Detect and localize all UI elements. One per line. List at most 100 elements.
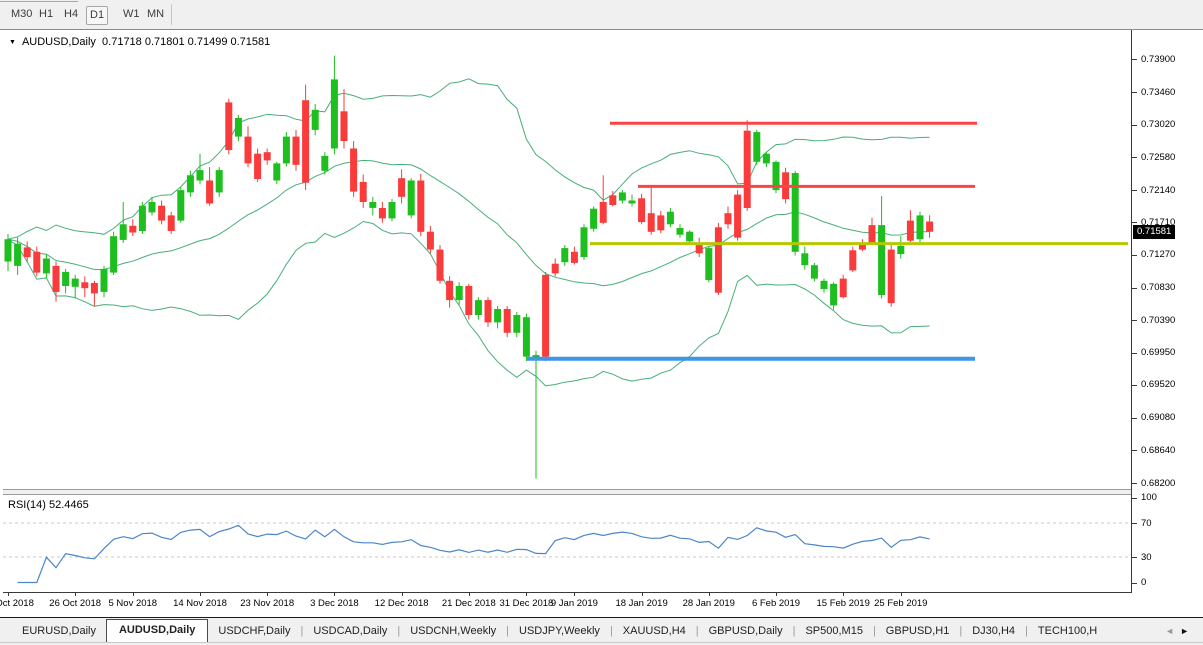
timeframe-button-m30[interactable]: M30 [8, 6, 35, 23]
time-axis-label: 21 Dec 2018 [442, 598, 496, 609]
candle-body [696, 245, 703, 253]
candle-body [5, 239, 12, 261]
price-axis-tick [1132, 255, 1137, 256]
time-axis-tick [642, 593, 643, 596]
candle-body [72, 279, 79, 287]
chart-tab-sp500-m15[interactable]: SP500,M15 [795, 621, 872, 642]
candle-body [197, 170, 204, 180]
candle-body [369, 202, 376, 208]
candle-body [523, 317, 530, 356]
candle-body [571, 252, 578, 263]
candle-body [504, 309, 511, 333]
timeframe-button-d1[interactable]: D1 [86, 6, 108, 25]
price-axis-tick [1132, 125, 1137, 126]
candle-body [225, 102, 232, 150]
chart-collapse-icon[interactable]: ▼ [9, 39, 16, 46]
chart-tab-xauusd-h4[interactable]: XAUUSD,H4 [613, 621, 696, 642]
price-axis-tick [1132, 157, 1137, 158]
candle-body [264, 152, 271, 160]
price-chart-canvas[interactable] [3, 30, 1131, 489]
candle-body [705, 248, 712, 280]
timeframe-button-h4[interactable]: H4 [61, 6, 81, 23]
price-axis-tick [1132, 59, 1137, 60]
chart-tab-tech100-h[interactable]: TECH100,H [1028, 621, 1107, 642]
rsi-indicator-canvas[interactable] [3, 495, 1131, 592]
candle-body [753, 132, 760, 162]
candle-body [302, 100, 309, 183]
candle-body [542, 275, 549, 357]
candle-body [609, 195, 616, 205]
price-axis-label: 0.69080 [1141, 412, 1175, 423]
candle-body [811, 265, 818, 278]
timeframe-button-mn[interactable]: MN [144, 6, 167, 23]
price-axis-label: 0.69950 [1141, 347, 1175, 358]
price-axis-label: 0.70830 [1141, 282, 1175, 293]
bollinger-middle-band [8, 160, 930, 285]
time-axis-label: 12 Dec 2018 [375, 598, 429, 609]
candle-body [235, 118, 242, 137]
candle-body [206, 181, 213, 204]
price-axis[interactable]: 0.71581 0.739000.734600.730200.725800.72… [1132, 30, 1203, 592]
tab-scroll-right-icon[interactable]: ► [1180, 626, 1195, 636]
timeframe-button-w1[interactable]: W1 [120, 6, 143, 23]
candle-body [648, 213, 655, 232]
candle-body [312, 110, 319, 130]
candle-body [485, 300, 492, 322]
candle-body [677, 228, 684, 235]
chart-tab-dj30-h4[interactable]: DJ30,H4 [962, 621, 1025, 642]
chart-symbol-label: AUDUSD,Daily [22, 36, 96, 48]
candle-body [465, 286, 472, 315]
candle-body [629, 201, 636, 204]
time-axis-tick [200, 593, 201, 596]
price-axis-label: 0.72580 [1141, 152, 1175, 163]
chart-tab-audusd-daily[interactable]: AUDUSD,Daily [106, 619, 208, 642]
price-axis-label: 0.69520 [1141, 379, 1175, 390]
timeframe-button-h1[interactable]: H1 [36, 6, 56, 23]
tab-scroll-left-icon[interactable]: ◄ [1165, 626, 1180, 636]
chart-tab-eurusd-daily[interactable]: EURUSD,Daily [12, 621, 106, 642]
candle-body [686, 232, 693, 242]
mt4-window: M30H1H4D1W1MN ▼AUDUSD,Daily 0.71718 0.71… [0, 0, 1203, 645]
candle-body [456, 286, 463, 300]
bollinger-upper-band [8, 79, 930, 239]
candle-body [149, 202, 156, 212]
price-axis-label: 0.72140 [1141, 185, 1175, 196]
time-axis-tick [843, 593, 844, 596]
candle-body [139, 206, 146, 231]
candle-body [494, 309, 501, 322]
time-axis-label: 28 Jan 2019 [683, 598, 735, 609]
candle-body [398, 178, 405, 197]
time-axis-tick [334, 593, 335, 596]
chart-tab-usdjpy-weekly[interactable]: USDJPY,Weekly [509, 621, 610, 642]
price-axis-label: 0.73020 [1141, 119, 1175, 130]
candle-body [62, 272, 69, 286]
time-axis[interactable]: 17 Oct 201826 Oct 20185 Nov 201814 Nov 2… [3, 593, 1132, 618]
chart-tab-usdchf-daily[interactable]: USDCHF,Daily [208, 621, 300, 642]
price-axis-tick [1132, 418, 1137, 419]
candle-body [667, 212, 674, 225]
candle-body [513, 315, 520, 333]
rsi-axis-tick [1132, 523, 1137, 524]
candle-body [81, 282, 88, 288]
chart-tab-gbpusd-daily[interactable]: GBPUSD,Daily [699, 621, 793, 642]
time-axis-tick [574, 593, 575, 596]
time-axis-label: 14 Nov 2018 [173, 598, 227, 609]
candle-body [293, 137, 300, 165]
candle-body [341, 111, 348, 141]
candle-body [446, 281, 453, 300]
toolbar-separator [171, 4, 172, 25]
candle-body [33, 252, 40, 273]
time-axis-label: 6 Feb 2019 [752, 598, 800, 609]
candle-body [321, 156, 328, 171]
candle-body [552, 264, 559, 274]
chart-tab-usdcnh-weekly[interactable]: USDCNH,Weekly [400, 621, 506, 642]
chart-tab-gbpusd-h1[interactable]: GBPUSD,H1 [876, 621, 960, 642]
candle-body [216, 170, 223, 192]
chart-tab-usdcad-daily[interactable]: USDCAD,Daily [303, 621, 397, 642]
candle-body [283, 137, 290, 164]
candle-body [187, 175, 194, 192]
time-axis-tick [8, 593, 9, 596]
price-axis-tick [1132, 92, 1137, 93]
time-axis-tick [133, 593, 134, 596]
rsi-axis-tick [1132, 583, 1137, 584]
